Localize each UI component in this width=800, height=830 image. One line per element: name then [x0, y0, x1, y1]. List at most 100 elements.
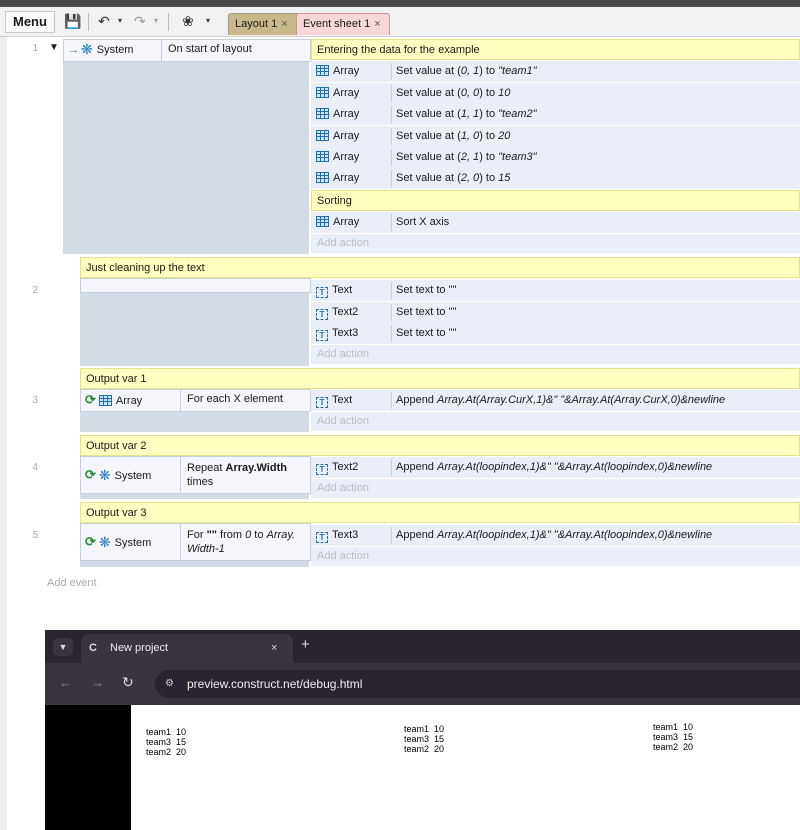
array-icon — [316, 216, 329, 227]
debug-dropdown-icon[interactable]: ▾ — [206, 12, 210, 30]
action-row[interactable]: Array Set value at (2, 1) to "team3" — [311, 147, 800, 169]
action-row[interactable]: T Text2 Append Array.At(loopindex,1)&" "&A… — [311, 457, 800, 479]
debug-bug-icon[interactable]: ❀ — [182, 12, 194, 30]
add-action-button[interactable]: Add action — [311, 234, 800, 253]
action-object: Array — [333, 172, 360, 184]
event-number: 5 — [32, 530, 38, 541]
text-output-3: team1 10 team3 15 team2 20 — [653, 722, 694, 752]
array-icon — [316, 87, 329, 98]
reload-icon[interactable]: ↻ — [122, 674, 134, 691]
toolbar-divider — [168, 13, 169, 31]
browser-tab-bar: ▼ C New project × + — [45, 630, 800, 663]
back-arrow-icon[interactable]: ← — [59, 675, 72, 690]
text-object-icon: T — [316, 397, 328, 408]
tab-event-sheet-label: Event sheet 1 — [303, 18, 371, 30]
menu-button[interactable]: Menu — [5, 11, 55, 33]
collapse-arrow-icon[interactable]: ▼ — [49, 42, 59, 53]
redo-dropdown-icon[interactable]: ▾ — [154, 12, 158, 30]
condition-text: For each X element — [187, 393, 283, 405]
add-action-button[interactable]: Add action — [311, 547, 800, 566]
loop-icon: ⟳ — [85, 392, 96, 407]
toolbar-divider — [88, 13, 89, 31]
close-icon[interactable]: × — [271, 634, 277, 663]
action-row[interactable]: Array Set value at (1, 0) to 20 — [311, 126, 800, 148]
action-text: Append Array.At(loopindex,1)&" "&Array.A… — [396, 529, 713, 541]
comment[interactable]: Sorting — [311, 190, 800, 211]
comment[interactable]: Entering the data for the example — [311, 39, 800, 60]
add-action-button[interactable]: Add action — [311, 479, 800, 498]
action-row[interactable]: Array Sort X axis — [311, 212, 800, 234]
add-action-button[interactable]: Add action — [311, 412, 800, 431]
condition-row[interactable]: ⟳ Array For each X element — [80, 389, 311, 412]
system-gear-icon: ❋ — [98, 534, 111, 550]
array-icon — [316, 172, 329, 183]
condition-row[interactable]: → ❋ System On start of layout — [63, 39, 311, 62]
action-row[interactable]: T Text2 Set text to "" — [311, 302, 800, 324]
text-object-icon: T — [316, 464, 328, 475]
condition-object-label: System — [114, 470, 152, 482]
action-object: Text3 — [332, 529, 359, 541]
text-object-icon: T — [316, 309, 328, 320]
add-action-button[interactable]: Add action — [311, 345, 800, 364]
action-row[interactable]: T Text Set text to "" — [311, 280, 800, 302]
condition-object: ⟳ Array — [81, 390, 181, 411]
letterbox-area — [45, 705, 131, 830]
action-row[interactable]: Array Set value at (2, 0) to 15 — [311, 168, 800, 190]
condition-row[interactable]: ⟳ ❋ System For "" from 0 to Array. Width-1 — [80, 523, 311, 561]
empty-condition-row[interactable] — [80, 278, 311, 293]
condition-object-label: System — [114, 537, 152, 549]
condition-row[interactable]: ⟳ ❋ System Repeat Array.Width times — [80, 456, 311, 494]
text-object-icon: T — [316, 287, 328, 298]
action-text: Sort X axis — [396, 216, 450, 228]
condition-text: Repeat Array.Width times — [187, 462, 287, 488]
comment[interactable]: Output var 1 — [80, 368, 800, 389]
redo-icon[interactable]: ↷ — [134, 12, 146, 30]
comment[interactable]: Output var 2 — [80, 435, 800, 456]
undo-dropdown-icon[interactable]: ▾ — [118, 12, 122, 30]
event-number: 2 — [32, 285, 38, 296]
tab-event-sheet[interactable]: Event sheet 1 × — [296, 13, 390, 35]
undo-icon[interactable]: ↶ — [98, 12, 110, 30]
close-icon[interactable]: × — [374, 18, 380, 30]
action-row[interactable]: Array Set value at (0, 1) to "team1" — [311, 61, 800, 83]
browser-preview-window: ▼ C New project × + ← → ↻ ⚙ preview.cons… — [45, 630, 800, 830]
comment[interactable]: Output var 3 — [80, 502, 800, 523]
site-settings-icon[interactable]: ⚙ — [165, 670, 174, 698]
condition-text: For "" from 0 to Array. Width-1 — [187, 529, 296, 555]
action-row[interactable]: T Text Append Array.At(Array.CurX,1)&" "&A… — [311, 390, 800, 412]
tab-layout-label: Layout 1 — [235, 18, 278, 30]
condition-object-label: Array — [115, 395, 143, 407]
action-row[interactable]: T Text3 Append Array.At(loopindex,1)&" "&A… — [311, 525, 800, 547]
action-object: Array — [333, 130, 360, 142]
action-object: Array — [333, 87, 360, 99]
browser-tab[interactable]: C New project × — [81, 634, 293, 663]
browser-address-bar: ← → ↻ ⚙ preview.construct.net/debug.html — [45, 663, 800, 705]
add-event-button[interactable]: Add event — [47, 577, 97, 589]
left-gutter — [0, 37, 7, 830]
main-toolbar: Menu 💾 ↶ ▾ ↷ ▾ ❀ ▾ Layout 1 × Event sheet… — [0, 7, 800, 37]
action-text: Set value at (2, 1) to "team3" — [396, 151, 537, 163]
forward-arrow-icon[interactable]: → — [91, 675, 104, 690]
action-row[interactable]: Array Set value at (1, 1) to "team2" — [311, 104, 800, 126]
action-object: Array — [333, 65, 360, 77]
action-text: Set value at (2, 0) to 15 — [396, 172, 511, 184]
comment[interactable]: Just cleaning up the text — [80, 257, 800, 278]
trigger-arrow-icon: → — [68, 44, 79, 56]
action-text: Set text to "" — [396, 306, 457, 318]
url-field[interactable]: ⚙ preview.construct.net/debug.html — [155, 670, 800, 698]
tab-search-icon[interactable]: ▼ — [53, 638, 73, 656]
condition-object: ⟳ ❋ System — [81, 524, 181, 560]
text-object-icon: T — [316, 532, 328, 543]
action-row[interactable]: T Text3 Set text to "" — [311, 323, 800, 345]
close-icon[interactable]: × — [281, 18, 287, 30]
array-icon — [316, 151, 329, 162]
browser-tab-title: New project — [110, 642, 169, 654]
event-condition-area[interactable] — [63, 39, 309, 254]
text-output-1: team1 10 team3 15 team2 20 — [146, 727, 187, 757]
action-row[interactable]: Array Set value at (0, 0) to 10 — [311, 83, 800, 105]
action-text: Set text to "" — [396, 327, 457, 339]
array-icon — [98, 395, 112, 406]
save-icon[interactable]: 💾 — [64, 12, 81, 30]
new-tab-button[interactable]: + — [301, 636, 310, 653]
event-number: 4 — [32, 462, 38, 473]
